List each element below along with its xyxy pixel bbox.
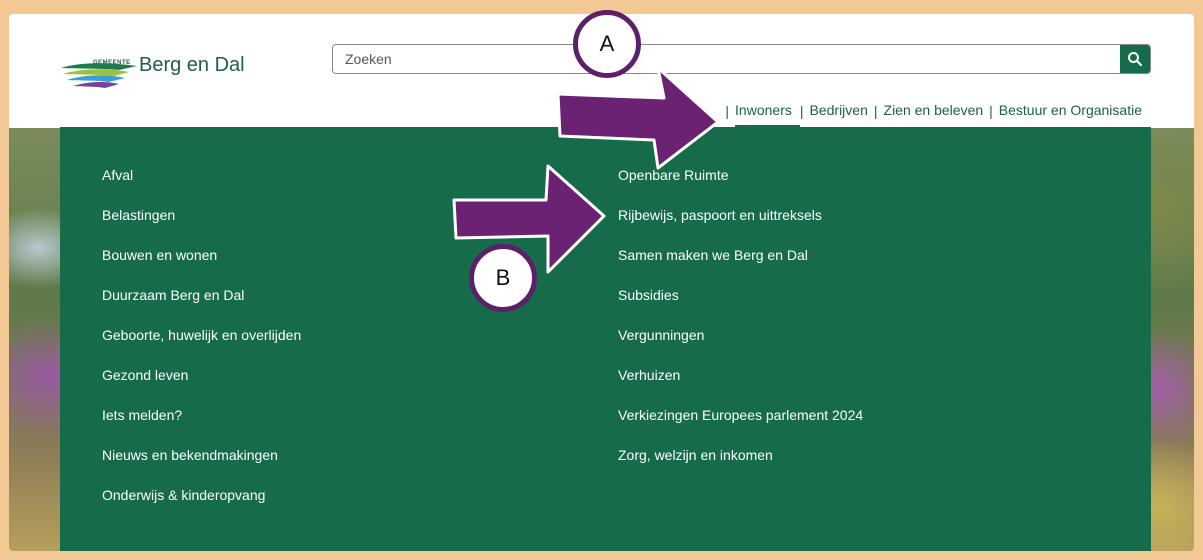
search-button[interactable] [1120,45,1150,73]
menu-link-nieuws[interactable]: Nieuws en bekendmakingen [102,447,301,487]
nav-separator: | [989,103,993,119]
search-icon [1128,52,1143,67]
menu-link-samen-maken[interactable]: Samen maken we Berg en Dal [618,247,863,287]
menu-link-subsidies[interactable]: Subsidies [618,287,863,327]
logo-small-text: GEMEENTE [93,60,131,66]
annotation-label-b: B [495,265,511,290]
main-navigation: | Inwoners | Bedrijven | Zien en beleven… [719,100,1142,128]
nav-separator: | [873,103,878,119]
nav-bestuur-en-organisatie[interactable]: Bestuur en Organisatie [999,102,1142,120]
nav-bedrijven[interactable]: Bedrijven [810,102,868,120]
menu-link-geboorte[interactable]: Geboorte, huwelijk en overlijden [102,327,301,367]
nav-separator: | [799,103,804,119]
annotation-label-a: A [599,31,615,56]
menu-column-right: Openbare Ruimte Rijbewijs, paspoort en u… [618,167,863,487]
search-input[interactable] [333,45,1119,73]
menu-link-gezond-leven[interactable]: Gezond leven [102,367,301,407]
menu-link-onderwijs[interactable]: Onderwijs & kinderopvang [102,487,301,527]
menu-link-verhuizen[interactable]: Verhuizen [618,367,863,407]
annotation-badge-b: B [469,244,537,312]
logo-name: Berg en Dal [139,54,245,76]
menu-link-iets-melden[interactable]: Iets melden? [102,407,301,447]
menu-link-afval[interactable]: Afval [102,167,301,207]
menu-link-duurzaam[interactable]: Duurzaam Berg en Dal [102,287,301,327]
menu-link-vergunningen[interactable]: Vergunningen [618,327,863,367]
menu-link-zorg-welzijn[interactable]: Zorg, welzijn en inkomen [618,447,863,487]
site-logo[interactable]: GEMEENTE Berg en Dal [59,50,259,100]
menu-column-left: Afval Belastingen Bouwen en wonen Duurza… [102,167,301,527]
nav-zien-en-beleven[interactable]: Zien en beleven [884,102,984,120]
menu-link-verkiezingen[interactable]: Verkiezingen Europees parlement 2024 [618,407,863,447]
menu-link-rijbewijs-paspoort[interactable]: Rijbewijs, paspoort en uittreksels [618,207,863,247]
nav-inwoners[interactable]: Inwoners [735,102,800,128]
menu-link-belastingen[interactable]: Belastingen [102,207,301,247]
annotation-badge-a: A [573,10,641,78]
menu-link-bouwen-en-wonen[interactable]: Bouwen en wonen [102,247,301,287]
search-bar [332,44,1151,74]
